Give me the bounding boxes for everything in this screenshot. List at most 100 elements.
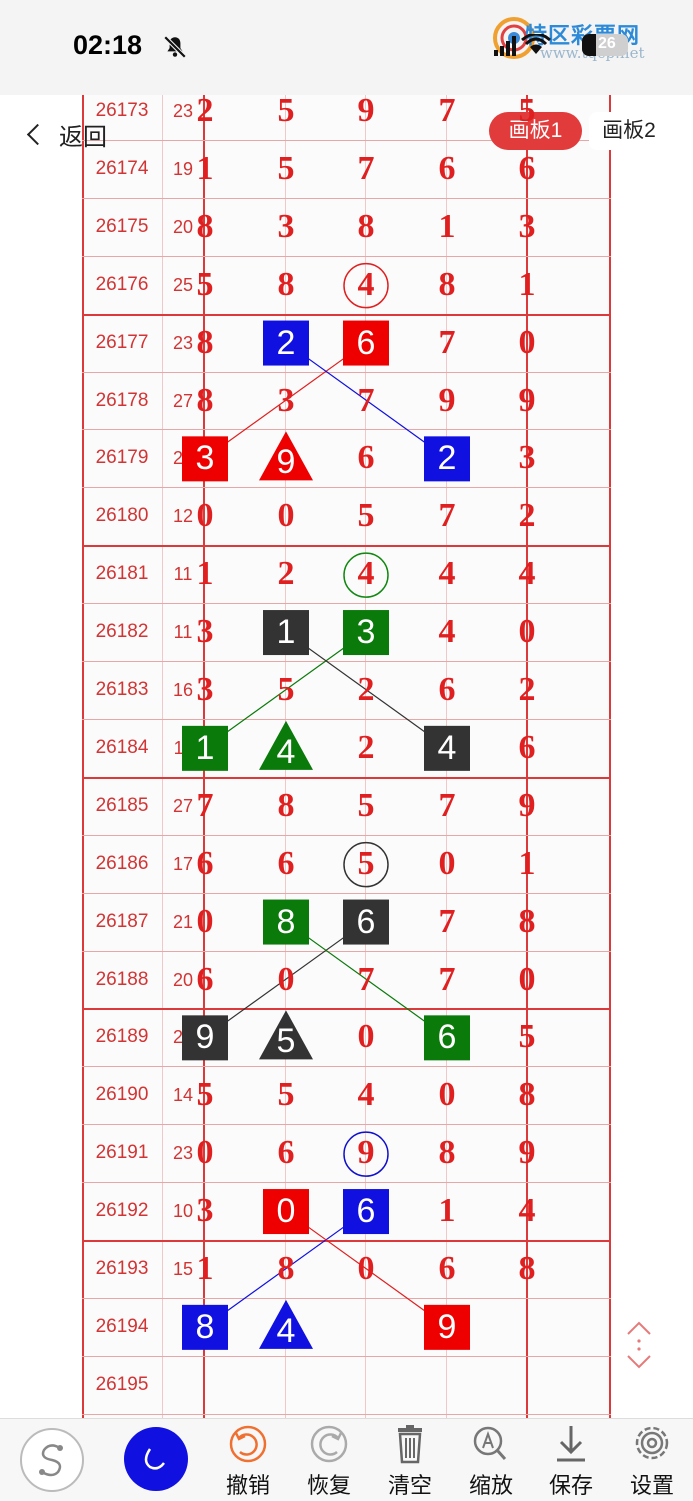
draw-digit: 4	[276, 1311, 296, 1350]
draw-digit: 8	[438, 1134, 456, 1172]
draw-digit: 1	[518, 265, 536, 303]
draw-digit: 5	[277, 1076, 295, 1114]
draw-digit: 5	[196, 1076, 214, 1114]
draw-digit: 0	[357, 1018, 375, 1056]
draw-digit: 2	[518, 671, 536, 708]
draw-digit: 6	[518, 728, 536, 766]
draw-digit: 7	[438, 323, 456, 361]
draw-digit: 8	[518, 1076, 536, 1114]
draw-digit: 3	[196, 671, 214, 708]
draw-digit: 0	[196, 1134, 214, 1172]
draw-digit: 6	[277, 1134, 295, 1172]
draw-digit: 9	[518, 1134, 536, 1172]
draw-digit: 8	[276, 902, 296, 941]
draw-digit: 4	[518, 555, 536, 593]
draw-digit: 0	[518, 323, 536, 361]
draw-digit: 1	[518, 844, 536, 882]
pen-style-button[interactable]	[20, 1428, 84, 1492]
draw-digit: 4	[518, 1192, 536, 1230]
draw-digit: 6	[356, 323, 376, 362]
draw-digit: 4	[438, 555, 456, 593]
draw-digit: 7	[438, 902, 456, 940]
draw-digit: 7	[196, 786, 214, 824]
clear-label: 清空	[387, 1474, 432, 1499]
draw-digit: 4	[357, 555, 375, 593]
draw-digit: 1	[196, 1250, 214, 1287]
draw-digit: 0	[357, 1250, 375, 1287]
draw-digit: 7	[438, 95, 456, 129]
draw-digit: 8	[195, 1307, 215, 1346]
undo-icon	[229, 1425, 267, 1463]
draw-digit: 9	[357, 95, 375, 129]
draw-digit: 9	[357, 1134, 375, 1172]
draw-digit: 0	[196, 497, 214, 535]
clear-button[interactable]: 清空	[374, 1422, 446, 1499]
draw-digit: 4	[276, 732, 296, 771]
draw-digit: 2	[357, 728, 375, 766]
draw-digit: 1	[276, 613, 296, 652]
draw-digit: 8	[196, 323, 214, 361]
draw-digit: 2	[437, 439, 457, 478]
trash-icon	[398, 1425, 422, 1464]
draw-digit: 5	[276, 1022, 296, 1061]
draw-digit: 5	[357, 786, 375, 824]
draw-digit: 8	[277, 1250, 295, 1287]
draw-digit: 6	[438, 149, 456, 187]
draw-digit: 6	[277, 844, 295, 882]
draw-digit: 1	[196, 149, 214, 187]
save-label: 保存	[548, 1474, 593, 1499]
draw-digit: 9	[438, 381, 456, 419]
draw-digit: 0	[196, 902, 214, 940]
redo-icon	[310, 1425, 348, 1463]
zoom-label: 缩放	[468, 1474, 513, 1499]
undo-button[interactable]: 撤销	[212, 1422, 284, 1499]
draw-digit: 9	[195, 1018, 215, 1057]
draw-digit: 6	[357, 439, 375, 477]
draw-digit: 8	[277, 786, 295, 824]
save-button[interactable]: 保存	[535, 1422, 607, 1499]
trend-grid[interactable]: 26173 23 2 5 9 7 5 26174 19 1 5 7 6 6 26175 20 8 3 8 1 3 2617…	[82, 95, 611, 1418]
expand-vertical-icon	[627, 1321, 651, 1369]
draw-digit: 5	[518, 1018, 536, 1056]
draw-digit: 5	[277, 95, 295, 129]
draw-digit: 3	[196, 1192, 214, 1230]
draw-digit: 8	[518, 902, 536, 940]
draw-digit: 1	[195, 728, 215, 767]
draw-digit: 1	[438, 1192, 456, 1230]
undo-label: 撤销	[225, 1474, 270, 1499]
draw-digit: 2	[196, 95, 214, 129]
draw-digit: 6	[438, 1250, 456, 1287]
draw-digit: 3	[195, 439, 215, 478]
draw-digit: 6	[518, 149, 536, 187]
draw-digit: 4	[357, 1076, 375, 1114]
draw-digit: 2	[277, 555, 295, 593]
draw-digit: 9	[437, 1307, 457, 1346]
draw-digit: 5	[196, 265, 214, 303]
zoom-button[interactable]: 缩放	[455, 1422, 527, 1499]
draw-digit: 5	[277, 149, 295, 187]
draw-digit: 0	[438, 844, 456, 882]
draw-digit: 0	[277, 497, 295, 535]
draw-digit: 0	[518, 613, 536, 651]
draw-digit: 5	[357, 844, 375, 882]
draw-digit: 9	[518, 786, 536, 824]
draw-digit: 3	[518, 207, 536, 245]
draw-digit: 6	[356, 902, 376, 941]
redo-label: 恢复	[306, 1474, 351, 1499]
draw-digit: 2	[276, 323, 296, 362]
status-time: 02:18	[73, 30, 143, 60]
scroll-handle[interactable]	[612, 1310, 667, 1380]
draw-digit: 6	[438, 671, 456, 708]
pen-color-button[interactable]	[124, 1427, 188, 1491]
draw-digit: 3	[277, 381, 295, 419]
settings-button[interactable]: 设置	[616, 1422, 688, 1499]
draw-digit: 6	[437, 1018, 457, 1057]
draw-digit: 0	[438, 1076, 456, 1114]
draw-digit: 8	[518, 1250, 536, 1287]
draw-digit: 7	[438, 960, 456, 998]
draw-digit: 9	[276, 443, 296, 482]
draw-digit: 7	[357, 149, 375, 187]
redo-button[interactable]: 恢复	[293, 1422, 365, 1499]
status-bar: 02:18 特区彩票网 www.tqcp.net 26	[0, 0, 693, 95]
draw-digit: 0	[518, 960, 536, 998]
